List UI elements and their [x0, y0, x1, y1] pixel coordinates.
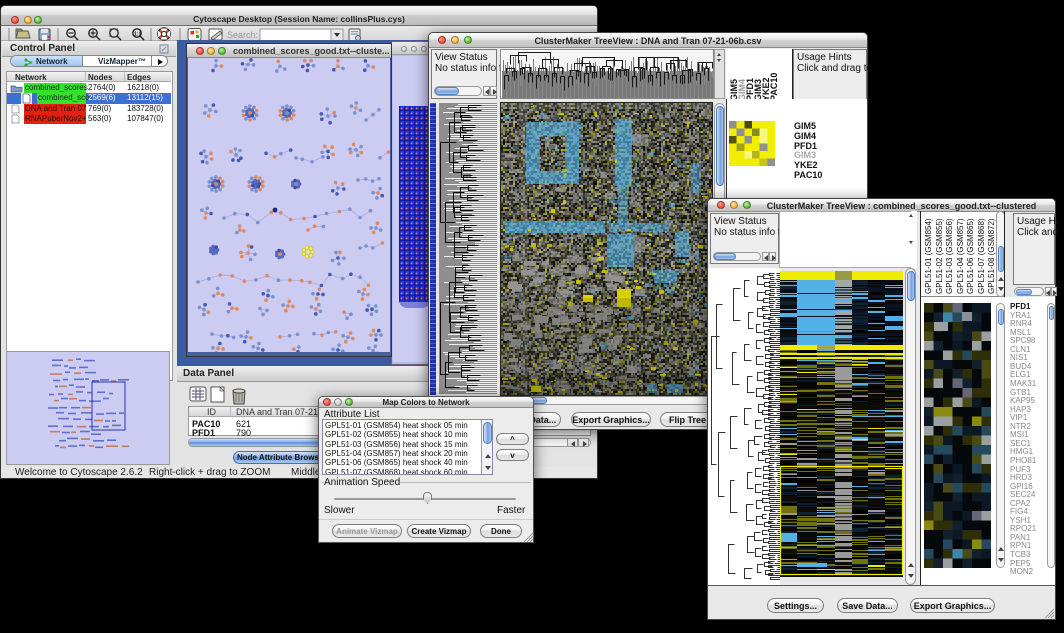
svg-text:Search:: Search:	[227, 30, 258, 40]
svg-text:1:1: 1:1	[134, 32, 141, 38]
